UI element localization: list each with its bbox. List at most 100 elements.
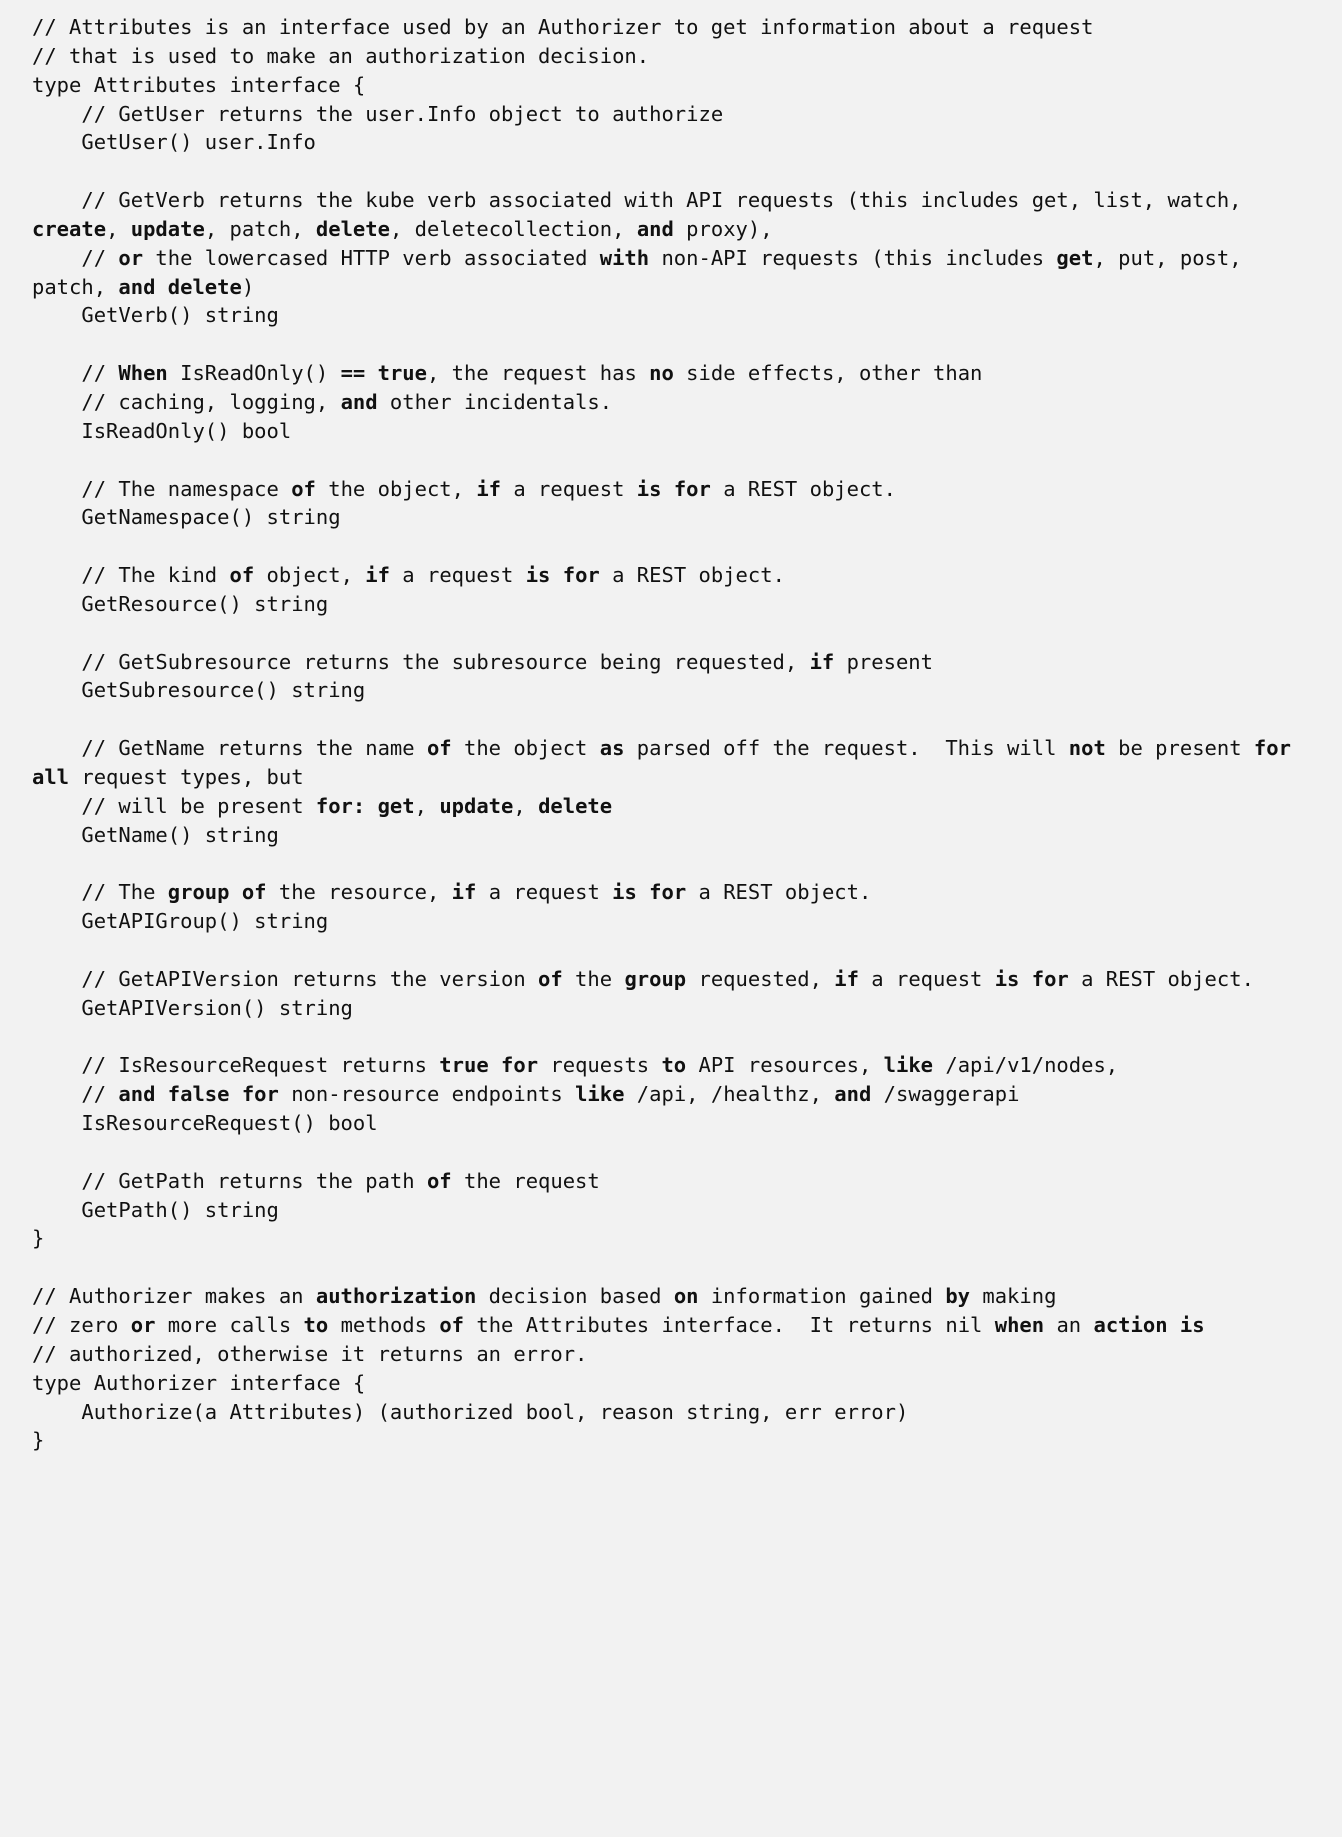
- code-line: // The group of the resource, if a reque…: [32, 878, 1324, 907]
- code-line: // caching, logging, and other incidenta…: [32, 388, 1324, 417]
- code-token: non-API requests (this includes: [649, 245, 1057, 270]
- code-token: decision based: [476, 1284, 674, 1309]
- code-token: , the request has: [426, 361, 650, 386]
- code-line: GetSubresource() string: [32, 676, 1324, 705]
- code-token-bold: if: [365, 563, 390, 588]
- code-token: ,: [513, 793, 539, 818]
- code-line: GetUser() user.Info: [32, 128, 1324, 157]
- code-token-bold: and false for: [118, 1082, 279, 1107]
- code-token: IsResourceRequest() bool: [81, 1111, 378, 1136]
- code-token: GetSubresource() string: [81, 678, 366, 703]
- code-line: // that is used to make an authorization…: [32, 42, 1324, 71]
- code-token-bold: by: [945, 1284, 971, 1309]
- code-token-bold: group of: [167, 880, 267, 905]
- code-token: IsReadOnly(): [167, 361, 341, 386]
- code-token-bold: and: [340, 389, 378, 414]
- code-token: GetPath() string: [81, 1197, 279, 1222]
- code-token: /api, /healthz,: [624, 1082, 835, 1107]
- code-token-bold: is for: [612, 880, 687, 905]
- code-line: }: [32, 1426, 1324, 1455]
- code-line: // and false for non-resource endpoints …: [32, 1080, 1324, 1109]
- code-line: GetName() string: [32, 821, 1324, 850]
- code-token-bold: of: [229, 563, 255, 588]
- code-token-bold: to: [661, 1053, 687, 1078]
- code-line: }: [32, 1224, 1324, 1253]
- code-token: Authorize(a Attributes) (authorized bool…: [81, 1399, 909, 1424]
- code-token: proxy),: [673, 216, 773, 241]
- code-token: requested,: [686, 966, 835, 991]
- code-token: the object,: [315, 476, 477, 501]
- code-token: }: [32, 1428, 45, 1453]
- code-line: // GetUser returns the user.Info object …: [32, 100, 1324, 129]
- code-token: // Authorizer makes an: [32, 1284, 316, 1309]
- code-token-bold: on: [673, 1284, 699, 1309]
- code-token: API resources,: [686, 1053, 884, 1078]
- code-line: // The kind of object, if a request is f…: [32, 561, 1324, 590]
- code-line: IsReadOnly() bool: [32, 417, 1324, 446]
- code-line: GetVerb() string: [32, 301, 1324, 330]
- code-token: making: [970, 1284, 1057, 1309]
- code-token: a request: [389, 563, 526, 588]
- code-block: // Attributes is an interface used by an…: [0, 0, 1342, 1837]
- code-token-bold: like: [575, 1082, 625, 1107]
- code-token-bold: of: [538, 966, 563, 991]
- code-token: /swaggerapi: [871, 1082, 1020, 1107]
- code-token: parsed off the request. This will: [624, 736, 1069, 761]
- code-token-bold: ==: [340, 361, 366, 386]
- code-token: the: [562, 966, 625, 991]
- code-token: request types, but: [69, 764, 304, 789]
- code-token: the request: [451, 1168, 600, 1193]
- code-token: ): [241, 274, 255, 299]
- code-token-bold: authorization: [315, 1284, 477, 1309]
- code-token: // GetUser returns the user.Info object …: [81, 101, 724, 126]
- code-token-bold: if: [834, 966, 859, 991]
- code-token: other incidentals.: [377, 389, 613, 414]
- code-token: a request: [858, 966, 995, 991]
- code-token: // GetPath returns the path: [81, 1168, 427, 1193]
- code-line: // GetSubresource returns the subresourc…: [32, 648, 1324, 677]
- code-line: type Authorizer interface {: [32, 1369, 1324, 1398]
- code-token-bold: not: [1068, 736, 1106, 761]
- code-token-bold: or: [130, 1312, 156, 1337]
- code-token-bold: no: [649, 361, 674, 386]
- code-token-bold: like: [883, 1053, 934, 1078]
- code-line: // Attributes is an interface used by an…: [32, 13, 1324, 42]
- code-token-bold: When: [118, 361, 168, 386]
- code-token: information gained: [698, 1284, 946, 1309]
- code-line: // GetAPIVersion returns the version of …: [32, 965, 1324, 994]
- code-token: // IsResourceRequest returns: [81, 1053, 440, 1078]
- code-token: an: [1044, 1312, 1094, 1337]
- code-token: IsReadOnly() bool: [81, 418, 292, 443]
- code-line: GetAPIGroup() string: [32, 907, 1324, 936]
- code-token: // caching, logging,: [81, 389, 341, 414]
- code-token-bold: and: [636, 216, 674, 241]
- code-token-bold: and: [834, 1082, 872, 1107]
- code-token: a request: [476, 880, 613, 905]
- code-token-bold: to: [303, 1312, 329, 1337]
- code-token: /api/v1/nodes,: [933, 1053, 1119, 1078]
- code-token: // authorized, otherwise it returns an e…: [32, 1341, 588, 1366]
- code-token: , deletecollection,: [389, 216, 637, 241]
- code-token-bold: get: [1056, 245, 1094, 270]
